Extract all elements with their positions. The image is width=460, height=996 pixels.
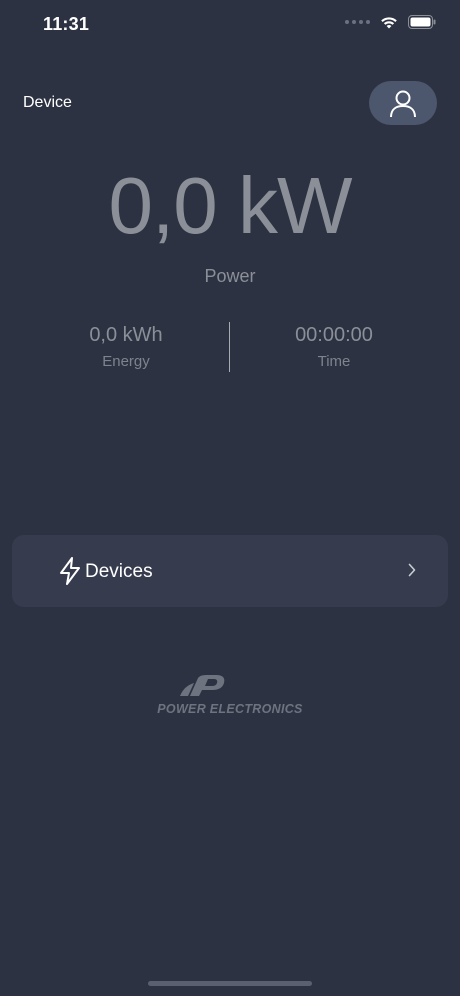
devices-button[interactable]: Devices <box>12 535 448 607</box>
person-icon <box>390 90 416 118</box>
cellular-signal-icon <box>345 20 370 24</box>
power-electronics-logo: POWER ELECTRONICS <box>150 672 310 722</box>
home-indicator[interactable] <box>148 981 312 986</box>
chevron-right-icon <box>408 563 416 577</box>
power-label: Power <box>204 266 256 286</box>
status-bar: 11:31 <box>0 0 460 52</box>
time-metric: 00:00:00 Time <box>244 324 424 370</box>
status-time: 11:31 <box>43 14 90 34</box>
lightning-bolt-icon <box>60 557 80 585</box>
page-title: Device <box>23 94 72 111</box>
metrics-divider <box>229 322 230 372</box>
status-icons <box>345 15 436 29</box>
time-value: 00:00:00 <box>295 324 373 346</box>
devices-label: Devices <box>85 561 153 582</box>
power-value: 0,0 kW <box>108 161 353 250</box>
energy-label: Energy <box>102 353 150 370</box>
wifi-icon <box>381 17 397 29</box>
energy-value: 0,0 kWh <box>89 324 163 346</box>
energy-metric: 0,0 kWh Energy <box>36 324 216 370</box>
battery-icon <box>408 15 436 29</box>
time-label: Time <box>317 353 351 370</box>
profile-button[interactable] <box>369 81 437 125</box>
logo-mark <box>180 675 225 696</box>
logo-text: POWER ELECTRONICS <box>157 702 303 716</box>
screen: 11:31 Device 0,0 kW Power 0,0 kWh Energy… <box>0 0 460 996</box>
